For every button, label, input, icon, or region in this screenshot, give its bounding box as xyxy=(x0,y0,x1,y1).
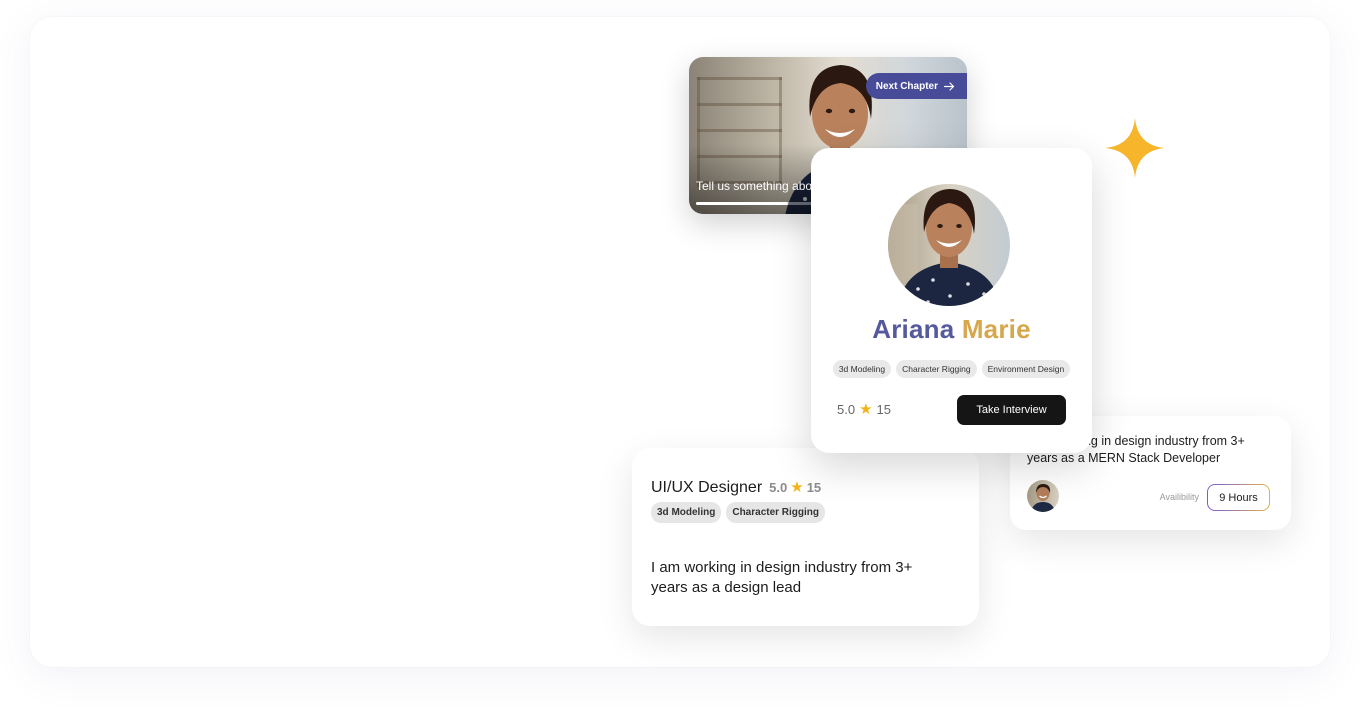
take-interview-button[interactable]: Take Interview xyxy=(957,395,1066,425)
sparkle-icon xyxy=(1105,118,1165,178)
skill-tag: 3d Modeling xyxy=(651,502,722,523)
designer-rating-value: 5.0 xyxy=(769,480,788,495)
next-chapter-label: Next Chapter xyxy=(875,80,938,92)
designer-header: UI/UX Designer 5.0 ★ 15 xyxy=(651,479,821,497)
arrow-right-icon xyxy=(944,81,955,91)
avatar xyxy=(1027,480,1059,512)
video-progress-fill xyxy=(696,202,789,205)
profile-last-name: Marie xyxy=(961,314,1031,344)
designer-title: UI/UX Designer xyxy=(651,479,763,496)
designer-tags: 3d Modeling Character Rigging xyxy=(651,502,826,523)
profile-tags: 3d Modeling Character Rigging Environmen… xyxy=(811,360,1092,378)
designer-review-count: 15 xyxy=(806,480,822,495)
availability-label: Availibility xyxy=(1159,492,1199,502)
profile-review-count: 15 xyxy=(876,402,891,417)
skill-tag: Character Rigging xyxy=(896,360,977,378)
star-icon: ★ xyxy=(790,479,804,496)
designer-card[interactable]: UI/UX Designer 5.0 ★ 15 3d Modeling Char… xyxy=(632,448,979,626)
hours-badge: 9 Hours xyxy=(1207,484,1270,511)
profile-avatar xyxy=(888,184,1010,306)
skill-tag: Character Rigging xyxy=(726,502,826,523)
next-chapter-button[interactable]: Next Chapter xyxy=(865,73,967,99)
profile-rating: 5.0 ★ 15 xyxy=(837,402,891,417)
skill-tag: Environment Design xyxy=(981,360,1071,378)
video-caption: Tell us something abo xyxy=(696,179,813,193)
designer-rating: 5.0 ★ 15 xyxy=(769,480,821,495)
star-icon: ★ xyxy=(859,401,873,418)
designer-description: I am working in design industry from 3+ … xyxy=(651,559,913,596)
profile-card[interactable]: Ariana Marie 3d Modeling Character Riggi… xyxy=(811,148,1092,453)
profile-name: Ariana Marie xyxy=(811,314,1092,345)
profile-first-name: Ariana xyxy=(872,314,955,344)
profile-rating-value: 5.0 xyxy=(837,402,856,417)
skill-tag: 3d Modeling xyxy=(832,360,892,378)
